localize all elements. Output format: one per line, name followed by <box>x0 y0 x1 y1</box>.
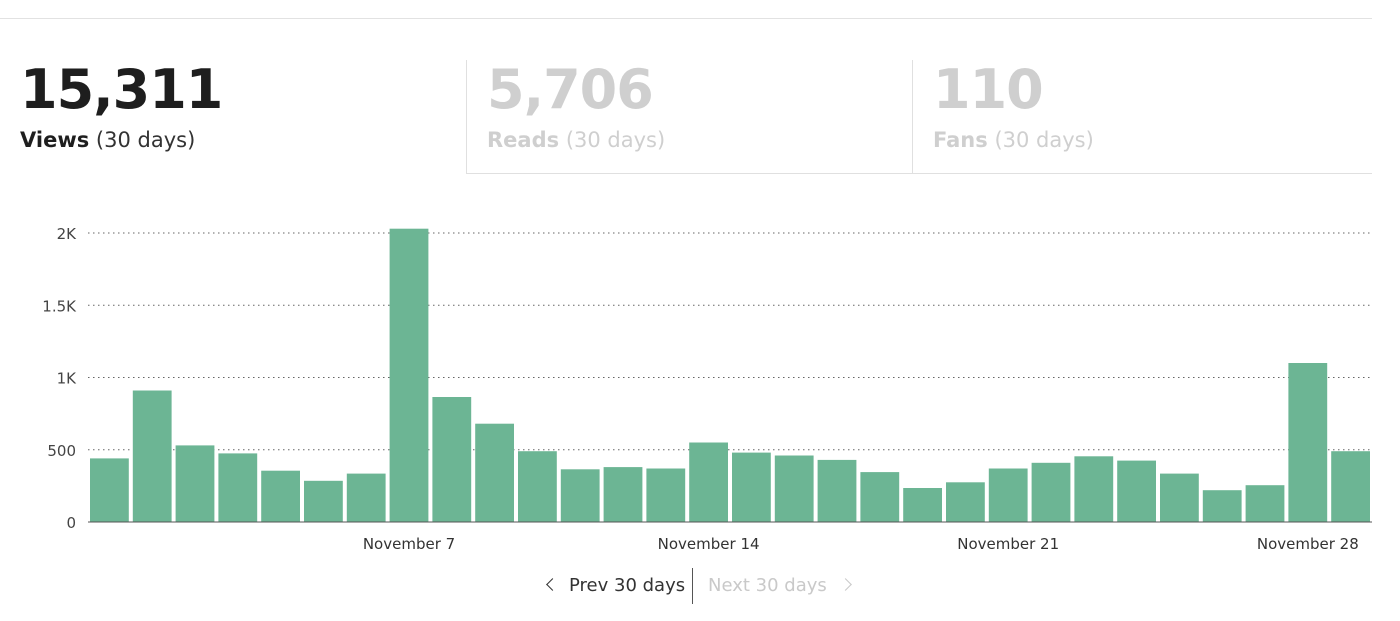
bar <box>903 488 942 522</box>
pager-divider <box>692 568 693 604</box>
bar <box>1031 462 1071 522</box>
bar <box>218 453 258 522</box>
bar <box>90 458 129 522</box>
bar <box>603 467 643 522</box>
bar <box>774 455 814 522</box>
views-count: 15,311 <box>20 58 223 121</box>
bar <box>732 452 771 522</box>
bar <box>1117 460 1156 522</box>
fans-count: 110 <box>933 58 1044 121</box>
bar <box>817 459 857 522</box>
bar <box>132 390 172 522</box>
y-tick-label: 500 <box>47 442 76 460</box>
y-tick-label: 2K <box>57 225 78 243</box>
x-tick-label: November 14 <box>658 535 760 553</box>
y-tick-label: 0 <box>66 514 76 532</box>
next-30-days-label: Next 30 days <box>708 575 827 596</box>
bar <box>1202 490 1242 522</box>
x-tick-label: November 21 <box>957 535 1059 553</box>
bar <box>346 473 386 522</box>
y-tick-label: 1K <box>57 370 78 388</box>
bar <box>432 397 472 522</box>
bar <box>261 470 300 522</box>
bar <box>988 468 1028 522</box>
reads-stat-tab[interactable]: 5,706 Reads (30 days) <box>466 60 912 174</box>
prev-30-days-label: Prev 30 days <box>569 575 686 596</box>
y-tick-label: 1.5K <box>42 297 77 315</box>
next-30-days-button: Next 30 days <box>708 575 852 596</box>
fans-stat-tab[interactable]: 110 Fans (30 days) <box>912 60 1372 174</box>
chevron-left-icon <box>546 577 559 591</box>
bar <box>175 445 215 522</box>
reads-label: Reads (30 days) <box>487 126 665 154</box>
views-bar-chart: 0 500 1K 1.5K 2K November 7 November 14 Novembe… <box>42 225 1372 553</box>
prev-30-days-button[interactable]: Prev 30 days <box>546 575 686 596</box>
views-label-text: Views <box>20 128 90 152</box>
chevron-right-icon <box>838 577 852 591</box>
views-label: Views (30 days) <box>20 126 195 154</box>
bar <box>1331 451 1370 522</box>
fans-label-text: Fans <box>933 128 988 152</box>
bar <box>946 482 985 522</box>
bar <box>560 469 600 522</box>
x-tick-label: November 28 <box>1257 535 1359 553</box>
bar <box>1288 363 1328 522</box>
views-stat-tab[interactable]: 15,311 Views (30 days) <box>0 60 466 174</box>
pager: Prev 30 days Next 30 days <box>0 566 1400 606</box>
bar <box>860 472 900 522</box>
bar <box>304 480 343 522</box>
bar <box>646 468 686 522</box>
bar <box>518 451 557 522</box>
reads-count: 5,706 <box>487 58 654 121</box>
bar <box>689 442 728 522</box>
bar <box>389 228 429 522</box>
top-divider <box>0 18 1372 19</box>
bar <box>1074 456 1114 522</box>
bar <box>1245 485 1285 522</box>
fans-label: Fans (30 days) <box>933 126 1094 154</box>
x-tick-label: November 7 <box>363 535 455 553</box>
reads-label-text: Reads <box>487 128 560 152</box>
fans-period: (30 days) <box>994 128 1094 152</box>
bar <box>1160 473 1199 522</box>
reads-period: (30 days) <box>565 128 666 152</box>
views-period: (30 days) <box>95 128 196 152</box>
bar <box>475 423 514 522</box>
